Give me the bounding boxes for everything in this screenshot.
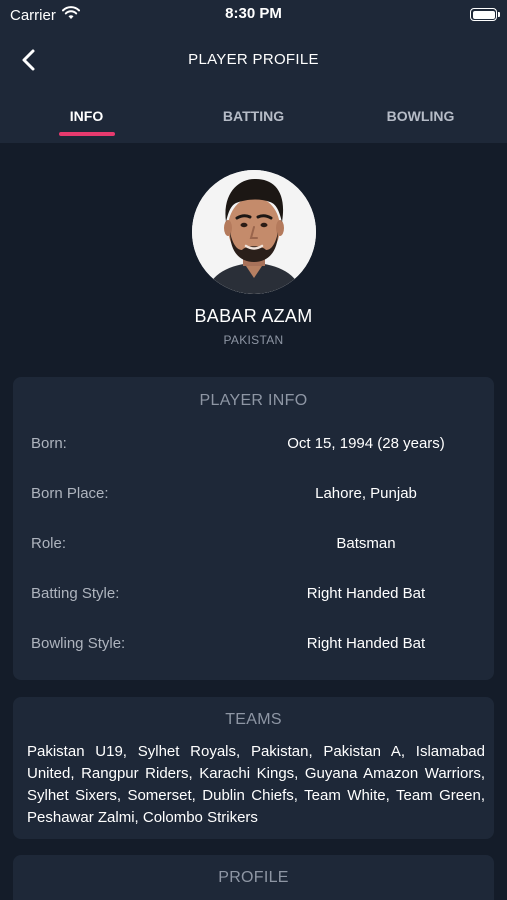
player-name: BABAR AZAM	[194, 306, 313, 326]
header: Carrier 8:30 PM PLAYER PROFILE INFO BATT…	[0, 0, 507, 143]
info-value: Batsman	[336, 535, 396, 552]
info-value: Right Handed Bat	[306, 635, 426, 652]
info-row-bowling-style: Bowling Style: Right Handed Bat	[13, 635, 494, 659]
profile-title: PROFILE	[218, 869, 289, 886]
player-info-title: PLAYER INFO	[199, 392, 308, 409]
player-photo	[192, 170, 316, 294]
battery-fill	[472, 10, 495, 19]
active-tab-indicator	[59, 132, 115, 136]
player-info-card: PLAYER INFO Born: Oct 15, 1994 (28 years…	[13, 377, 494, 680]
tab-batting[interactable]: BATTING	[169, 108, 338, 124]
info-row-born-place: Born Place: Lahore, Punjab	[13, 485, 494, 509]
battery-icon	[470, 8, 500, 21]
info-label: Born:	[31, 435, 67, 452]
info-label: Bowling Style:	[31, 635, 126, 652]
nav-bar: PLAYER PROFILE	[0, 40, 507, 80]
status-bar: Carrier 8:30 PM	[0, 0, 507, 28]
tab-info[interactable]: INFO	[2, 108, 171, 124]
player-avatar	[192, 170, 316, 294]
info-row-born: Born: Oct 15, 1994 (28 years)	[13, 435, 494, 459]
status-time: 8:30 PM	[225, 5, 282, 22]
info-row-role: Role: Batsman	[13, 535, 494, 559]
info-value: Oct 15, 1994 (28 years)	[287, 435, 445, 452]
tab-bowling[interactable]: BOWLING	[336, 108, 505, 124]
player-country: PAKISTAN	[223, 333, 284, 347]
teams-card: TEAMS Pakistan U19, Sylhet Royals, Pakis…	[13, 697, 494, 839]
profile-card[interactable]: PROFILE	[13, 855, 494, 900]
info-label: Role:	[31, 535, 67, 552]
info-value: Right Handed Bat	[306, 585, 426, 602]
page-title: PLAYER PROFILE	[188, 51, 319, 68]
teams-list-text: Pakistan U19, Sylhet Royals, Pakistan, P…	[27, 743, 485, 826]
info-label: Batting Style:	[31, 585, 120, 602]
info-row-batting-style: Batting Style: Right Handed Bat	[13, 585, 494, 609]
info-label: Born Place:	[31, 485, 109, 502]
tab-bar: INFO BATTING BOWLING	[0, 100, 507, 143]
info-value: Lahore, Punjab	[315, 485, 417, 502]
teams-title: TEAMS	[225, 711, 282, 728]
